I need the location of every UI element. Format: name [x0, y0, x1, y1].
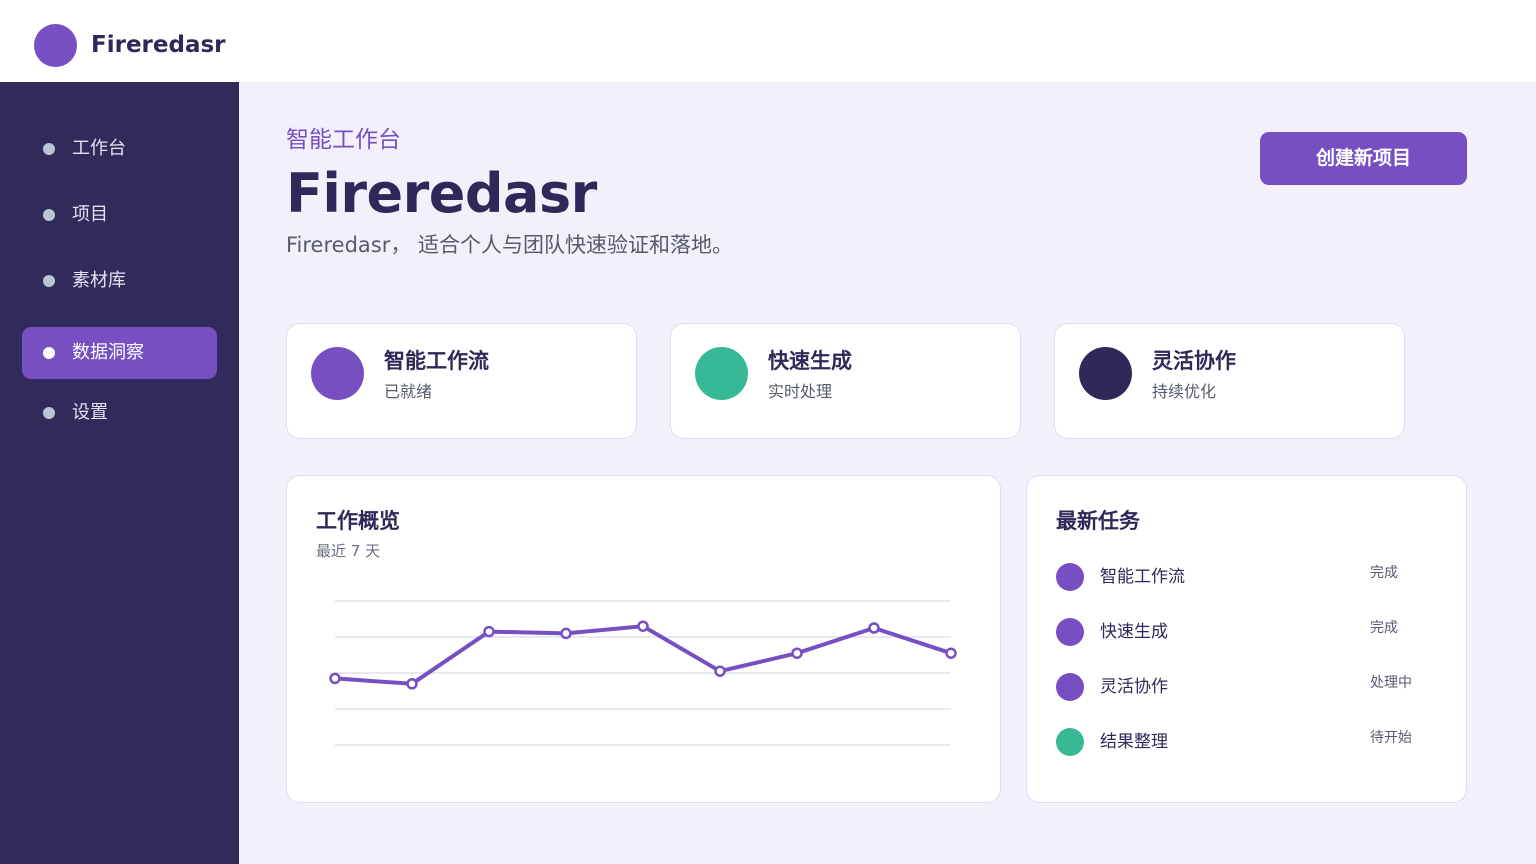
task-status: 完成 — [1370, 565, 1398, 581]
task-status: 处理中 — [1370, 675, 1412, 691]
task-name: 结果整理 — [1100, 732, 1168, 752]
series-line — [333, 624, 953, 686]
sidebar-item-label: 项目 — [72, 204, 108, 225]
page-subtitle: Fireredasr， 适合个人与团队快速验证和落地。 — [286, 233, 734, 257]
data-point — [868, 622, 880, 634]
app-name: Fireredasr — [91, 32, 226, 58]
tasks-panel: 最新任务 智能工作流 完成 快速生成 完成 灵活协作 处理中 结果整理 待开始 — [1026, 475, 1467, 803]
sidebar-item-workbench[interactable]: 工作台 — [22, 123, 217, 175]
task-name: 智能工作流 — [1100, 567, 1185, 587]
sidebar-item-label: 素材库 — [72, 270, 126, 291]
top-bar: Fireredasr — [0, 0, 1536, 82]
feature-title: 智能工作流 — [384, 349, 489, 373]
data-point — [483, 625, 495, 638]
feature-title: 灵活协作 — [1152, 349, 1236, 373]
task-row[interactable]: 灵活协作 处理中 — [1056, 670, 1436, 704]
bullet-icon — [43, 143, 55, 155]
tasks-title: 最新任务 — [1056, 509, 1140, 533]
data-point — [714, 665, 726, 677]
bullet-icon — [43, 407, 55, 419]
overview-panel: 工作概览 最近 7 天 — [286, 475, 1001, 803]
bullet-icon — [43, 347, 55, 359]
task-name: 快速生成 — [1100, 622, 1168, 642]
task-dot-icon — [1056, 673, 1084, 701]
sidebar-item-settings[interactable]: 设置 — [22, 387, 217, 439]
data-point — [637, 620, 649, 632]
task-row[interactable]: 结果整理 待开始 — [1056, 725, 1436, 759]
data-point — [791, 647, 803, 659]
task-row[interactable]: 快速生成 完成 — [1056, 615, 1436, 649]
task-row[interactable]: 智能工作流 完成 — [1056, 560, 1436, 594]
feature-status: 持续优化 — [1152, 382, 1217, 401]
feature-status: 实时处理 — [768, 382, 833, 401]
page-eyebrow: 智能工作台 — [286, 127, 401, 153]
bullet-icon — [43, 209, 55, 221]
page-title: Fireredasr — [286, 162, 597, 225]
task-dot-icon — [1056, 618, 1084, 646]
sidebar-item-assets[interactable]: 素材库 — [22, 255, 217, 307]
sidebar: 工作台 项目 素材库 数据洞察 设置 — [0, 82, 239, 864]
feature-dot-icon — [311, 347, 364, 400]
data-point — [945, 647, 957, 659]
task-status: 完成 — [1370, 620, 1398, 636]
data-point — [406, 678, 418, 690]
feature-card[interactable]: 灵活协作 持续优化 — [1054, 323, 1405, 439]
sidebar-item-label: 数据洞察 — [72, 342, 144, 363]
data-point — [560, 627, 572, 640]
feature-title: 快速生成 — [768, 349, 852, 373]
feature-card[interactable]: 快速生成 实时处理 — [670, 323, 1021, 439]
task-name: 灵活协作 — [1100, 677, 1168, 697]
feature-status: 已就绪 — [384, 382, 433, 401]
feature-card[interactable]: 智能工作流 已就绪 — [286, 323, 637, 439]
bullet-icon — [43, 275, 55, 287]
data-point — [329, 672, 341, 685]
task-dot-icon — [1056, 728, 1084, 756]
logo-icon — [34, 24, 77, 67]
sidebar-item-label: 设置 — [72, 402, 108, 423]
feature-dot-icon — [695, 347, 748, 400]
overview-line-chart — [329, 600, 957, 746]
task-status: 待开始 — [1370, 730, 1412, 746]
sidebar-item-projects[interactable]: 项目 — [22, 189, 217, 241]
create-project-button[interactable]: 创建新项目 — [1260, 132, 1467, 185]
feature-dot-icon — [1079, 347, 1132, 400]
sidebar-item-insights[interactable]: 数据洞察 — [22, 327, 217, 379]
task-dot-icon — [1056, 563, 1084, 591]
sidebar-item-label: 工作台 — [72, 138, 126, 159]
